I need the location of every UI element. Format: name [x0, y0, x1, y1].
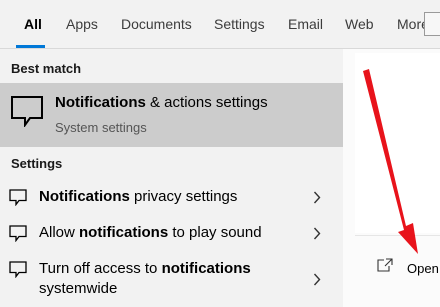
result-label-pre: Turn off access to: [39, 260, 162, 277]
result-item[interactable]: Allow notifications to play sound: [0, 217, 343, 249]
best-match-title-rest: & actions settings: [145, 94, 268, 111]
best-match-subtitle: System settings: [55, 120, 147, 135]
result-label-bold: Notifications: [39, 188, 130, 205]
chevron-right-icon[interactable]: [313, 191, 321, 204]
tab-documents[interactable]: Documents: [121, 0, 192, 49]
tab-settings[interactable]: Settings: [214, 0, 265, 49]
result-label-bold: notifications: [161, 260, 251, 277]
result-label-pre: Allow: [39, 224, 80, 241]
search-tabs-bar: All Apps Documents Settings Email Web Mo…: [0, 0, 440, 49]
chevron-right-icon[interactable]: [313, 227, 321, 240]
settings-heading: Settings: [11, 156, 63, 171]
notification-speech-bubble-icon: [9, 261, 27, 278]
tab-apps[interactable]: Apps: [66, 0, 98, 49]
result-label: Allow notifications to play sound: [39, 223, 262, 243]
best-match-title-bold: Notifications: [55, 94, 146, 111]
result-label: Turn off access to notifications systemw…: [39, 259, 269, 299]
tab-email[interactable]: Email: [288, 0, 323, 49]
preview-divider: [355, 235, 440, 236]
preview-card: [355, 53, 440, 233]
open-external-icon[interactable]: [377, 258, 393, 272]
results-panel: Best match Notifications & actions setti…: [0, 49, 343, 307]
result-label: Notifications privacy settings: [39, 187, 237, 207]
overflow-button[interactable]: [424, 12, 440, 36]
tab-all[interactable]: All: [24, 0, 42, 49]
chevron-right-icon[interactable]: [313, 273, 321, 286]
tab-all-underline: [16, 45, 45, 48]
result-label-post: privacy settings: [129, 188, 238, 205]
notification-speech-bubble-icon: [9, 189, 27, 206]
result-label-post: systemwide: [39, 280, 118, 297]
open-action-label[interactable]: Open: [407, 261, 440, 276]
notification-speech-bubble-icon: [11, 96, 43, 127]
result-item[interactable]: Turn off access to notifications systemw…: [0, 253, 343, 303]
result-label-bold: notifications: [79, 224, 169, 241]
result-item[interactable]: Notifications privacy settings: [0, 181, 343, 213]
best-match-heading: Best match: [11, 61, 82, 76]
best-match-title: Notifications & actions settings: [55, 94, 268, 111]
tab-web[interactable]: Web: [345, 0, 374, 49]
result-label-post: to play sound: [168, 224, 262, 241]
best-match-result[interactable]: Notifications & actions settings System …: [0, 83, 343, 147]
notification-speech-bubble-icon: [9, 225, 27, 242]
